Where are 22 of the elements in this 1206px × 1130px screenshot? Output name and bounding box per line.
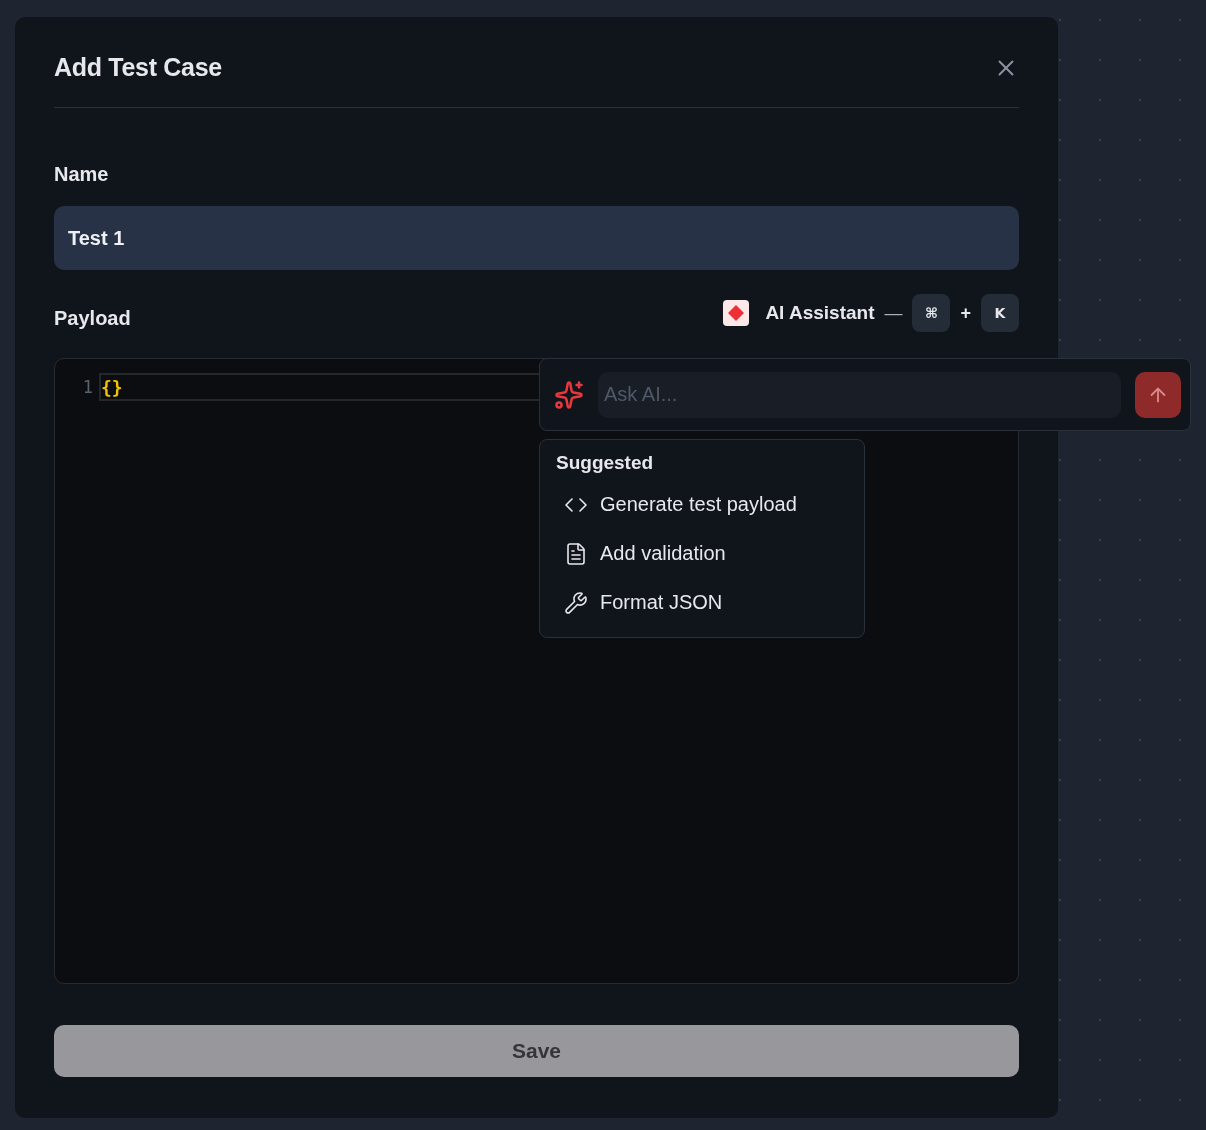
field-label: Payload	[54, 306, 131, 330]
suggestion-item[interactable]: Format JSON	[556, 578, 856, 627]
name-field[interactable]: Test 1	[54, 206, 1019, 270]
code-text: {}	[101, 376, 123, 398]
menu-heading: Suggested	[556, 452, 655, 474]
keyboard-key: ⌘	[912, 294, 951, 332]
dialog-title: Add Test Case	[54, 53, 222, 82]
ai-assistant-label: AI Assistant	[765, 302, 875, 324]
diamond-logo-icon	[723, 300, 750, 326]
line-number: 1	[81, 377, 93, 397]
keyboard-key: K	[981, 294, 1019, 332]
save-button[interactable]: Save	[54, 1025, 1019, 1077]
wrench-icon	[564, 590, 588, 615]
field-label: Name	[54, 163, 109, 185]
separator-dash: —	[884, 302, 903, 324]
suggestion-item[interactable]: Generate test payload	[556, 480, 856, 529]
plus-sign: +	[960, 302, 971, 324]
send-button[interactable]	[1135, 371, 1181, 418]
document-icon	[564, 541, 588, 566]
suggestion-item[interactable]: Add validation	[556, 529, 856, 578]
ask-ai-field[interactable]: Ask AI...	[598, 371, 1121, 418]
sparkles-icon	[554, 379, 584, 410]
